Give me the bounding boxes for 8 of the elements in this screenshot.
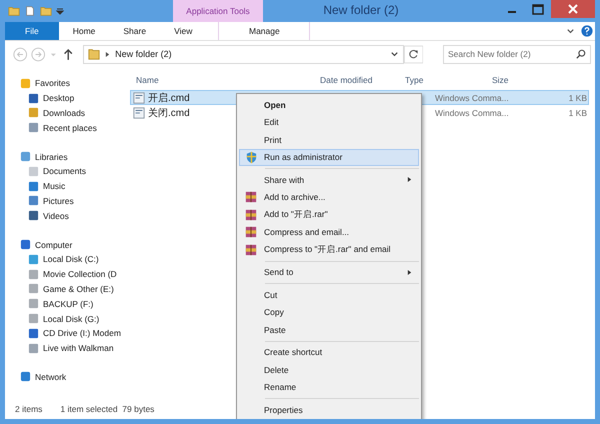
status-text: 2 items xyxy=(15,404,42,414)
file-size: 1 KB xyxy=(568,92,587,102)
file-type: Windows Comma... xyxy=(434,92,510,102)
file-size: 1 KB xyxy=(568,108,587,118)
file-type: Windows Comma... xyxy=(434,108,510,118)
contextual-tab-group-label: Application Tools xyxy=(173,0,263,22)
status-text: 1 item selected 79 bytes xyxy=(60,404,154,414)
window-title: New folder (2) xyxy=(322,2,400,19)
